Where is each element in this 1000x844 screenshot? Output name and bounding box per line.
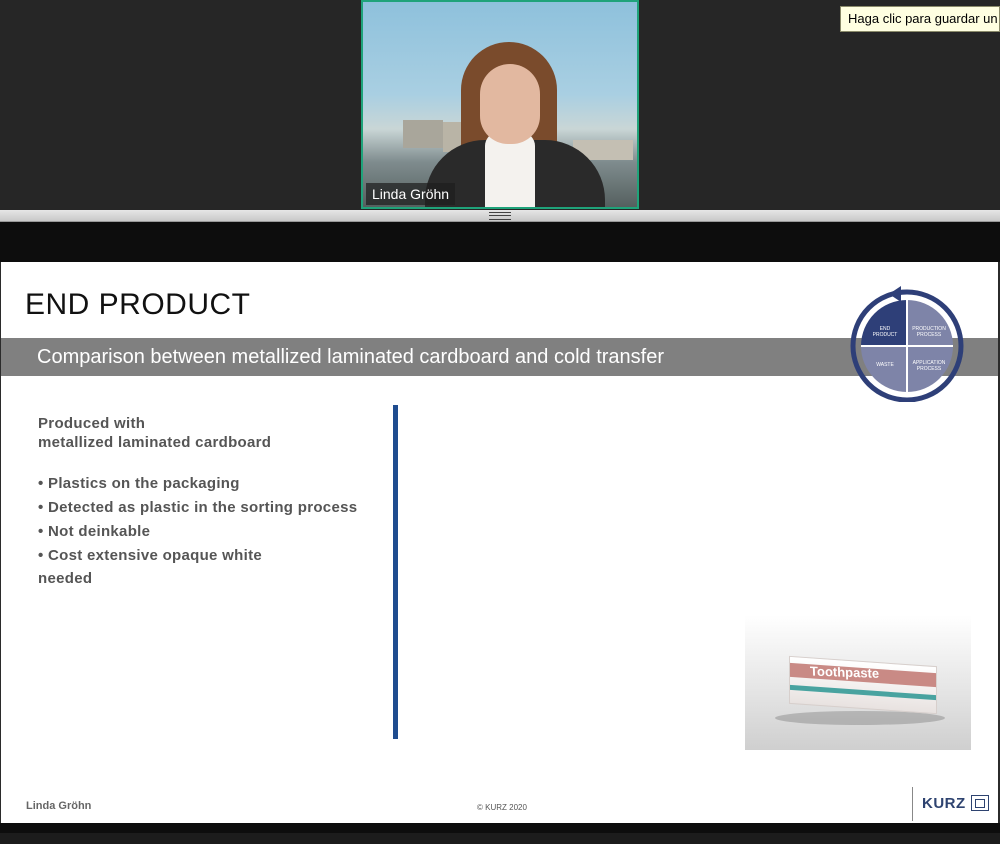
bullet-item: • Plastics on the packaging xyxy=(38,475,240,492)
cycle-arrow-icon xyxy=(889,286,901,302)
kurz-logo: KURZ xyxy=(922,795,966,812)
shared-slide: END PRODUCT Comparison between metallize… xyxy=(1,262,998,823)
bullet-item: • Not deinkable xyxy=(38,523,151,540)
slide-letterbox-top xyxy=(0,222,1000,262)
cycle-label-product: PRODUCT xyxy=(873,332,898,338)
bullet-continuation: needed xyxy=(38,570,93,587)
video-gallery: Linda Gröhn Haga clic para guardar un xyxy=(0,0,1000,210)
bullet-list: • Plastics on the packaging • Detected a… xyxy=(38,474,393,588)
participant-name-label: Linda Gröhn xyxy=(366,183,456,205)
toothpaste-box: Toothpaste xyxy=(789,655,937,715)
slide-subtitle: Comparison between metallized laminated … xyxy=(37,346,665,368)
slide-title: END PRODUCT xyxy=(25,288,251,321)
bullet-item: • Cost extensive opaque white xyxy=(38,547,263,564)
metallized-column: Produced with metallized laminated cardb… xyxy=(38,414,393,593)
lifecycle-diagram: END PRODUCT PRODUCTION PROCESS WASTE APP… xyxy=(850,286,964,402)
box-brand-text: Toothpaste xyxy=(809,663,880,681)
column-heading: Produced with metallized laminated cardb… xyxy=(38,414,393,452)
footer-separator xyxy=(912,787,913,821)
cycle-label-process-1: PROCESS xyxy=(917,332,942,338)
drag-handle-icon[interactable] xyxy=(489,212,511,220)
footer-presenter: Linda Gröhn xyxy=(26,800,92,812)
column-heading-line2: metallized laminated cardboard xyxy=(38,434,272,451)
bullet-item: • Detected as plastic in the sorting pro… xyxy=(38,499,358,516)
slide-letterbox-bottom xyxy=(0,823,1000,844)
resize-splitter[interactable] xyxy=(0,210,1000,222)
tooltip: Haga clic para guardar un xyxy=(840,6,1000,32)
participant-video-tile[interactable]: Linda Gröhn xyxy=(361,0,639,209)
toothpaste-product-image: Toothpaste xyxy=(745,615,971,750)
column-divider xyxy=(393,405,398,739)
footer-copyright: © KURZ 2020 xyxy=(477,803,527,812)
column-heading-line1: Produced with xyxy=(38,415,146,432)
cycle-label-process-2: PROCESS xyxy=(917,366,942,372)
window-bottom-edge xyxy=(0,833,1000,844)
box-accent-stripe xyxy=(790,684,936,701)
cycle-label-waste: WASTE xyxy=(876,362,894,368)
participant-face xyxy=(480,64,540,144)
product-shadow xyxy=(775,711,945,725)
background-building xyxy=(403,120,443,148)
kurz-logo-mark-icon xyxy=(971,795,989,811)
